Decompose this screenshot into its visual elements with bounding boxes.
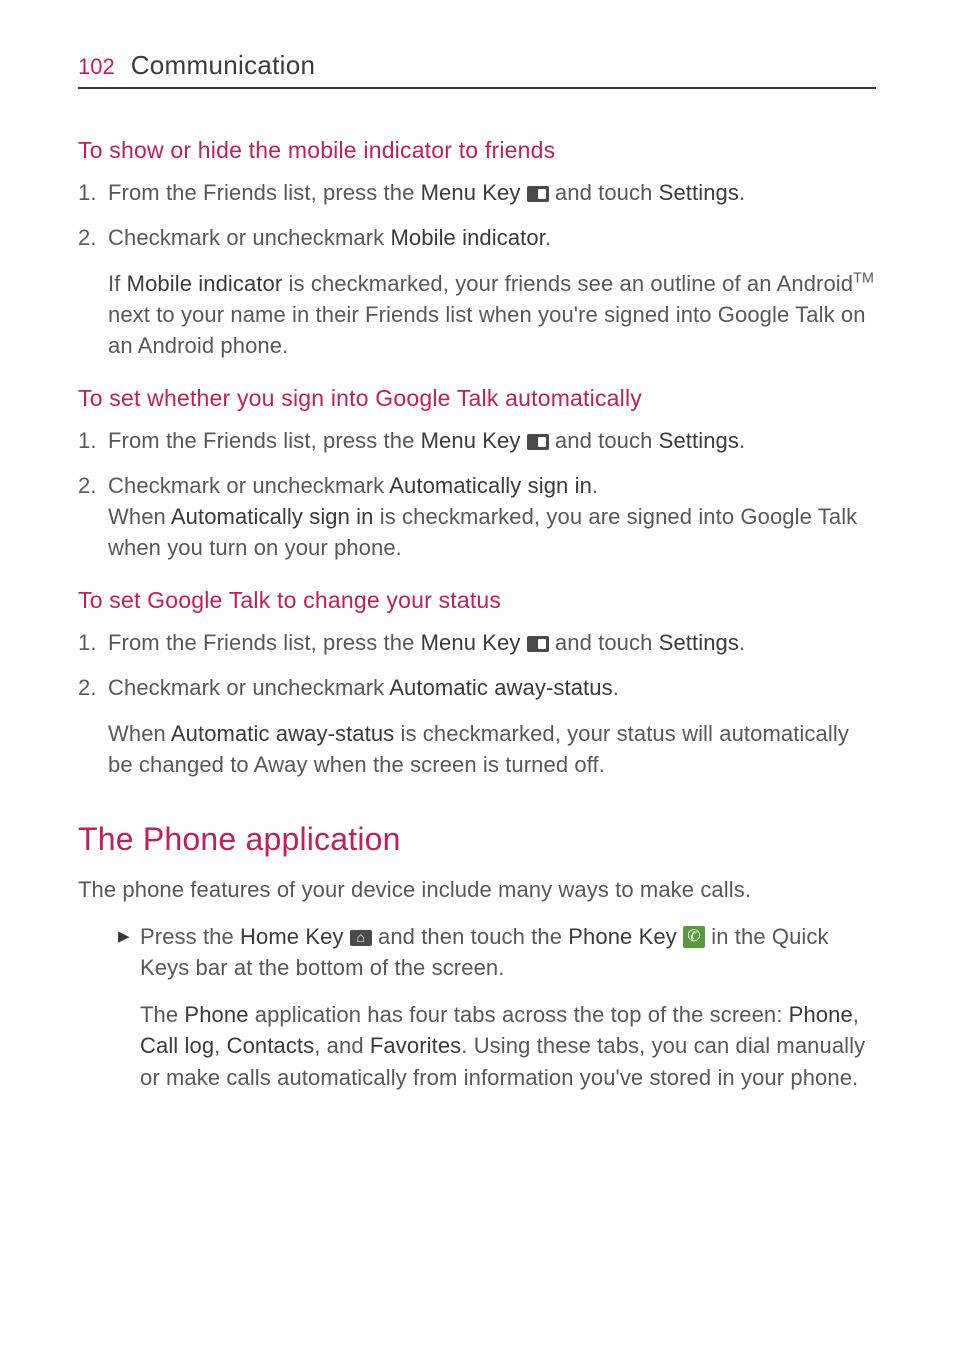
section-title: Communication xyxy=(131,50,316,81)
step-number: 1. xyxy=(78,426,108,457)
bullet-text: Press the Home Key and then touch the Ph… xyxy=(140,921,876,983)
text: From the Friends list, press the xyxy=(108,428,421,453)
page-header: 102 Communication xyxy=(78,50,876,89)
step-text: Checkmark or uncheckmark Automatically s… xyxy=(108,471,876,563)
term-menu-key: Menu Key xyxy=(421,180,521,205)
term-mobile-indicator: Mobile indicator xyxy=(127,271,283,296)
step-text: From the Friends list, press the Menu Ke… xyxy=(108,178,876,209)
step-text: Checkmark or uncheckmark Mobile indicato… xyxy=(108,223,876,254)
text: Checkmark or uncheckmark xyxy=(108,675,389,700)
step-item: 2. Checkmark or uncheckmark Automaticall… xyxy=(78,471,876,563)
term-call-log: Call log xyxy=(140,1033,214,1058)
term-auto-signin: Automatically sign in xyxy=(389,473,592,498)
text: The xyxy=(140,1002,184,1027)
step-item: 2. Checkmark or uncheckmark Mobile indic… xyxy=(78,223,876,254)
text: . xyxy=(613,675,619,700)
text: is checkmarked, your friends see an outl… xyxy=(282,271,853,296)
term-settings: Settings xyxy=(659,180,739,205)
bullet-marker-icon: ▶ xyxy=(118,921,140,983)
term-automatic-away: Automatic away-status xyxy=(389,675,612,700)
step-number: 2. xyxy=(78,471,108,563)
text: next to your name in their Friends list … xyxy=(108,302,866,358)
subheading-change-status: To set Google Talk to change your status xyxy=(78,587,876,614)
text: and touch xyxy=(549,630,659,655)
paragraph: If Mobile indicator is checkmarked, your… xyxy=(108,268,876,362)
term-automatic-away: Automatic away-status xyxy=(171,721,394,746)
step-text: Checkmark or uncheckmark Automatic away-… xyxy=(108,673,876,704)
text: , and xyxy=(314,1033,370,1058)
subheading-auto-signin: To set whether you sign into Google Talk… xyxy=(78,385,876,412)
text: Checkmark or uncheckmark xyxy=(108,225,390,250)
subheading-mobile-indicator: To show or hide the mobile indicator to … xyxy=(78,137,876,164)
page-number: 102 xyxy=(78,54,115,80)
term-auto-signin: Automatically sign in xyxy=(171,504,374,529)
text: . xyxy=(739,428,745,453)
text: , xyxy=(853,1002,859,1027)
text: . xyxy=(739,180,745,205)
term-settings: Settings xyxy=(659,428,739,453)
paragraph: When Automatic away-status is checkmarke… xyxy=(108,718,876,780)
step-text: From the Friends list, press the Menu Ke… xyxy=(108,426,876,457)
phone-key-icon xyxy=(683,926,705,948)
step-number: 1. xyxy=(78,628,108,659)
text: application has four tabs across the top… xyxy=(249,1002,789,1027)
menu-key-icon xyxy=(527,186,549,202)
step-item: 2. Checkmark or uncheckmark Automatic aw… xyxy=(78,673,876,704)
text: From the Friends list, press the xyxy=(108,180,421,205)
term-phone-key: Phone Key xyxy=(568,924,677,949)
text: . xyxy=(739,630,745,655)
term-menu-key: Menu Key xyxy=(421,428,521,453)
text: Checkmark or uncheckmark xyxy=(108,473,389,498)
step-text: From the Friends list, press the Menu Ke… xyxy=(108,628,876,659)
menu-key-icon xyxy=(527,434,549,450)
step-item: 1. From the Friends list, press the Menu… xyxy=(78,178,876,209)
term-home-key: Home Key xyxy=(240,924,344,949)
intro-text: The phone features of your device includ… xyxy=(78,874,876,905)
text: and touch xyxy=(549,428,659,453)
menu-key-icon xyxy=(527,636,549,652)
text: When xyxy=(108,721,171,746)
text: and then touch the xyxy=(372,924,569,949)
term-phone: Phone xyxy=(789,1002,853,1027)
text: and touch xyxy=(549,180,659,205)
text: If xyxy=(108,271,127,296)
term-contacts: Contacts xyxy=(227,1033,315,1058)
step-item: 1. From the Friends list, press the Menu… xyxy=(78,426,876,457)
term-menu-key: Menu Key xyxy=(421,630,521,655)
trademark-symbol: TM xyxy=(853,270,874,286)
term-settings: Settings xyxy=(659,630,739,655)
term-phone: Phone xyxy=(184,1002,248,1027)
text: . xyxy=(545,225,551,250)
text: From the Friends list, press the xyxy=(108,630,421,655)
step-item: 1. From the Friends list, press the Menu… xyxy=(78,628,876,659)
term-favorites: Favorites xyxy=(370,1033,461,1058)
step-number: 2. xyxy=(78,673,108,704)
text: , xyxy=(214,1033,226,1058)
text: When xyxy=(108,504,171,529)
text: Press the xyxy=(140,924,240,949)
term-mobile-indicator: Mobile indicator xyxy=(390,225,544,250)
bullet-item: ▶ Press the Home Key and then touch the … xyxy=(118,921,876,983)
text: . xyxy=(592,473,598,498)
heading-phone-application: The Phone application xyxy=(78,821,876,858)
step-number: 1. xyxy=(78,178,108,209)
home-key-icon xyxy=(350,930,372,946)
bullet-follow-text: The Phone application has four tabs acro… xyxy=(140,999,876,1093)
step-number: 2. xyxy=(78,223,108,254)
